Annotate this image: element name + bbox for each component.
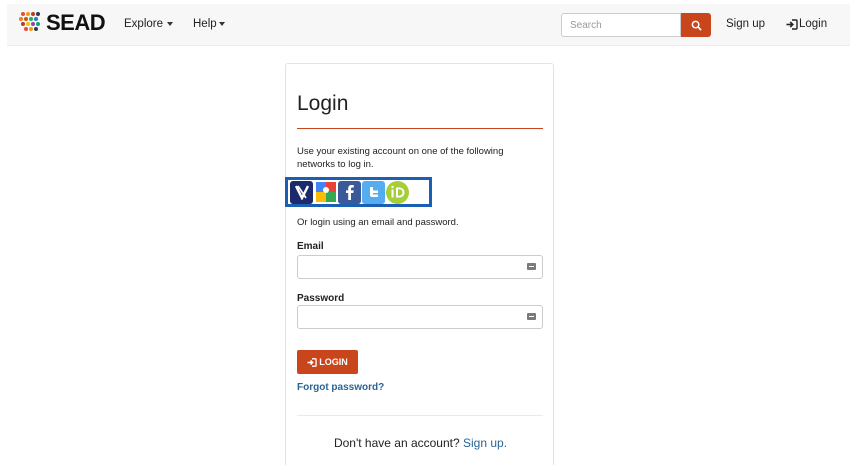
forgot-password-link[interactable]: Forgot password? [297,382,384,393]
google-icon [315,182,336,202]
login-icon [786,18,798,30]
search-input[interactable] [561,13,681,37]
password-manager-icon[interactable] [527,263,536,270]
nav-explore-label: Explore [124,18,163,30]
login-link-label: Login [799,18,828,30]
login-card: Login Use your existing account on one o… [285,63,554,465]
signup-prompt: Don't have an account? Sign up. [286,436,555,450]
password-manager-icon[interactable] [527,313,536,320]
cilogon-button[interactable] [290,180,313,204]
brand-logo[interactable]: SEAD [19,10,106,35]
nav-help[interactable]: Help [193,18,225,30]
login-link[interactable]: Login [786,18,827,30]
orcid-icon [390,185,404,198]
login-button[interactable]: LOGIN [297,350,358,374]
password-field[interactable] [297,305,543,329]
facebook-icon [345,185,354,200]
email-label: Email [297,241,324,252]
sead-logo-icon [19,12,41,34]
password-label: Password [297,293,345,304]
twitter-button[interactable] [362,180,385,204]
login-icon [307,357,317,367]
search-button[interactable] [681,13,711,37]
cilogon-icon [294,185,309,200]
orcid-button[interactable] [386,180,409,204]
caret-down-icon [167,22,173,26]
navbar: SEAD Explore Help Sign up Login [7,4,850,46]
caret-down-icon [218,22,225,26]
signup-link[interactable]: Sign up [726,18,765,30]
signup-link-bottom[interactable]: Sign up. [463,436,507,450]
google-button[interactable] [314,180,337,204]
intro-text: Use your existing account on one of the … [297,146,504,170]
page-title: Login [297,92,349,115]
no-account-text: Don't have an account? [333,436,460,450]
alt-login-text: Or login using an email and password. [297,217,459,228]
twitter-icon [369,187,378,197]
title-divider [297,128,543,129]
nav-explore[interactable]: Explore [124,18,173,30]
facebook-button[interactable] [338,180,361,204]
social-providers [285,177,432,207]
search-icon [691,20,701,30]
email-field[interactable] [297,255,543,279]
bottom-divider [297,415,543,416]
brand-name: SEAD [46,10,106,35]
nav-help-label: Help [193,18,217,30]
login-button-label: LOGIN [319,357,348,367]
